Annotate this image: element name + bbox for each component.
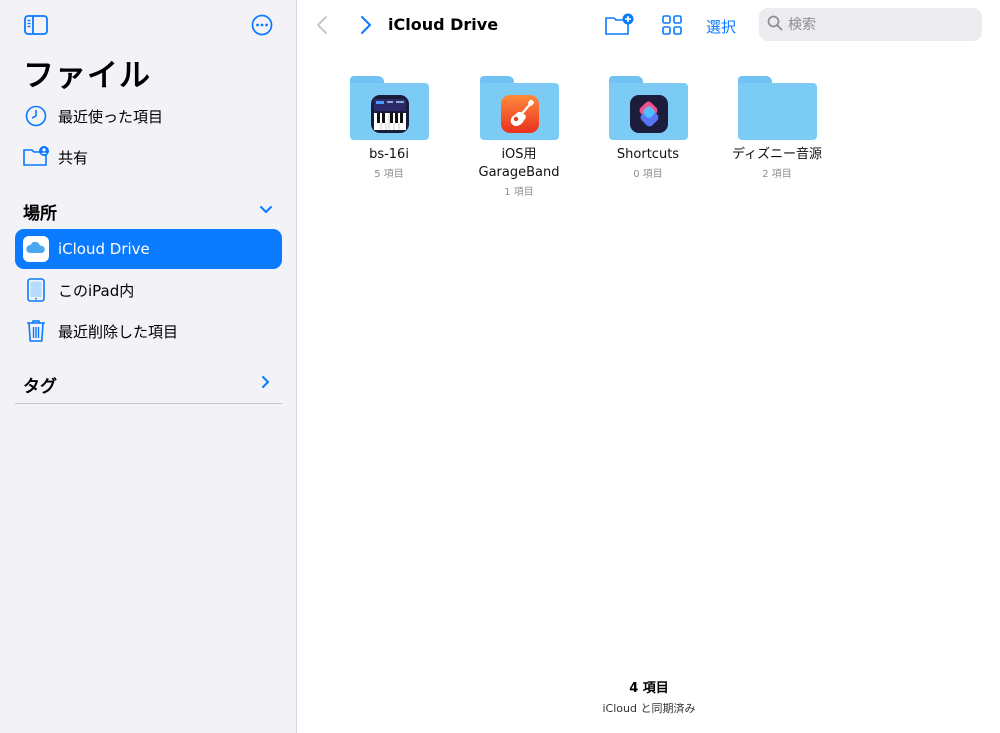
item-count: 2 項目 [762, 169, 792, 180]
sidebar-item-label: 最近使った項目 [58, 107, 164, 126]
icloud-icon [16, 229, 56, 269]
sync-status: iCloud と同期済み [602, 702, 696, 715]
forward-chevron-icon[interactable] [355, 14, 377, 36]
shortcuts-icon [629, 95, 668, 133]
folder-icon [737, 76, 817, 140]
sidebar-item-label: このiPad内 [58, 281, 135, 300]
shared-folder-icon [16, 137, 56, 177]
item-name: ディズニー音源 [731, 147, 823, 162]
item-name: bs-16i [369, 147, 409, 162]
sidebar-item-label: 共有 [58, 148, 89, 167]
search-icon [767, 15, 783, 35]
sidebar-item-icloud-drive[interactable]: iCloud Drive [15, 229, 282, 269]
folder-item-garageband[interactable]: iOS用 GarageBand 1 項目 [459, 76, 579, 198]
folder-item-disney[interactable]: ディズニー音源 2 項目 [717, 76, 837, 180]
more-options-icon[interactable] [250, 14, 274, 36]
sidebar-divider [15, 403, 282, 404]
sidebar-item-recents[interactable]: 最近使った項目 [15, 96, 282, 136]
folder-item-bs-16i[interactable]: bs-16i 5 項目 [329, 76, 449, 180]
ipad-icon [16, 270, 56, 310]
sidebar-item-on-my-ipad[interactable]: このiPad内 [15, 270, 282, 310]
sidebar-item-label: iCloud Drive [58, 240, 150, 258]
main-content: iCloud Drive 選択 bs-16i 5 項目 iOS用GarageBa [298, 0, 1000, 733]
folder-icon [349, 76, 429, 140]
folder-icon [479, 76, 559, 140]
sidebar-item-shared[interactable]: 共有 [15, 137, 282, 177]
synth-keyboard-icon [370, 95, 409, 133]
garageband-guitar-icon [500, 95, 539, 133]
back-chevron-icon[interactable] [311, 14, 333, 36]
search-field[interactable] [759, 8, 982, 41]
folder-icon [608, 76, 688, 140]
item-count: 1 項目 [504, 187, 534, 198]
page-title: iCloud Drive [388, 15, 499, 34]
clock-icon [16, 96, 56, 136]
new-folder-icon[interactable] [604, 12, 634, 38]
sidebar-title: ファイル [23, 58, 151, 94]
item-count: 5 項目 [374, 169, 404, 180]
sidebar-item-recently-deleted[interactable]: 最近削除した項目 [15, 311, 282, 351]
folder-item-shortcuts[interactable]: Shortcuts 0 項目 [588, 76, 708, 180]
item-total-count: 4 項目 [629, 681, 669, 696]
sidebar-toggle-icon[interactable] [24, 14, 48, 36]
item-count: 0 項目 [633, 169, 663, 180]
sidebar: ファイル 最近使った項目 共有 場所 iCloud Drive このiPad内 … [0, 0, 297, 733]
chevron-down-icon[interactable] [258, 202, 274, 218]
sidebar-item-label: 最近削除した項目 [58, 322, 179, 341]
tags-header: タグ [23, 377, 57, 397]
trash-icon [16, 311, 56, 351]
item-name: iOS用 GarageBand [478, 147, 560, 180]
select-button[interactable]: 選択 [706, 16, 736, 37]
search-input[interactable] [788, 16, 968, 33]
item-name: Shortcuts [616, 147, 680, 162]
grid-view-icon[interactable] [660, 12, 684, 38]
locations-header: 場所 [23, 204, 57, 224]
chevron-right-icon[interactable] [258, 374, 274, 390]
